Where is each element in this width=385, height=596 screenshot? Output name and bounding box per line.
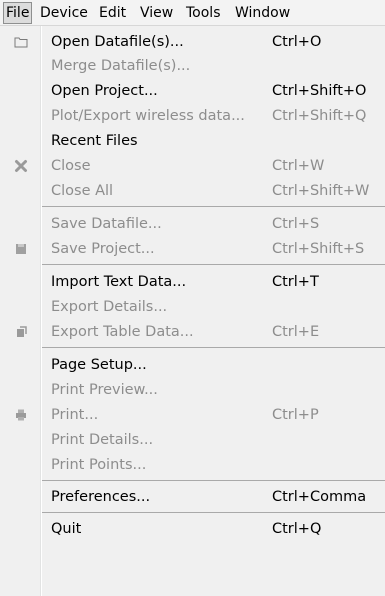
menu-item-label: Page Setup... (51, 357, 147, 373)
menu-item-label: Quit (51, 521, 82, 537)
menu-item-shortcut: Ctrl+E (272, 324, 320, 340)
menu-item-plot-export-wireless[interactable]: Plot/Export wireless data... Ctrl+Shift+… (0, 104, 385, 128)
menu-item-shortcut: Ctrl+S (272, 216, 320, 232)
menu-separator (42, 264, 385, 265)
menu-item-save-datafile[interactable]: Save Datafile... Ctrl+S (0, 212, 385, 236)
menu-item-label: Export Details... (51, 299, 168, 315)
menu-item-label: Save Datafile... (51, 216, 162, 232)
menu-item-label: Save Project... (51, 241, 155, 257)
printer-icon (16, 409, 26, 421)
menu-item-export-details[interactable]: Export Details... (0, 295, 385, 319)
menu-item-print-preview[interactable]: Print Preview... (0, 378, 385, 402)
menu-device[interactable]: Device (40, 3, 88, 23)
menu-item-print-points[interactable]: Print Points... (0, 453, 385, 477)
menu-edit[interactable]: Edit (99, 3, 126, 23)
close-x-icon (15, 160, 27, 172)
menu-item-preferences[interactable]: Preferences... Ctrl+Comma (0, 485, 385, 509)
menu-item-label: Close (51, 158, 91, 174)
menu-item-label: Print Points... (51, 457, 147, 473)
menu-separator (42, 512, 385, 513)
menu-item-shortcut: Ctrl+Shift+O (272, 83, 367, 99)
menu-window[interactable]: Window (235, 3, 290, 23)
menu-item-export-table-data[interactable]: Export Table Data... Ctrl+E (0, 320, 385, 344)
menu-item-shortcut: Ctrl+W (272, 158, 325, 174)
menu-item-close[interactable]: Close Ctrl+W (0, 154, 385, 178)
menu-item-open-datafiles[interactable]: Open Datafile(s)... Ctrl+O (0, 30, 385, 54)
menu-item-label: Print... (51, 407, 99, 423)
menu-item-import-text-data[interactable]: Import Text Data... Ctrl+T (0, 270, 385, 294)
menu-separator (42, 206, 385, 207)
folder-icon (14, 37, 28, 48)
file-menu-dropdown: Open Datafile(s)... Ctrl+O Merge Datafil… (0, 26, 385, 596)
menu-item-shortcut: Ctrl+Shift+S (272, 241, 365, 257)
menu-item-label: Recent Files (51, 133, 138, 149)
menu-item-label: Close All (51, 183, 114, 199)
menu-item-label: Open Datafile(s)... (51, 34, 184, 50)
menu-file[interactable]: File (3, 2, 33, 24)
menu-item-label: Open Project... (51, 83, 158, 99)
menu-bar: File Device Edit View Tools Window (0, 0, 385, 26)
menu-item-save-project[interactable]: Save Project... Ctrl+Shift+S (0, 237, 385, 261)
menu-item-quit[interactable]: Quit Ctrl+Q (0, 517, 385, 541)
menu-item-label: Print Preview... (51, 382, 158, 398)
menu-item-label: Plot/Export wireless data... (51, 108, 245, 124)
floppy-disk-icon (16, 244, 26, 254)
menu-view[interactable]: View (140, 3, 173, 23)
menu-item-print[interactable]: Print... Ctrl+P (0, 403, 385, 427)
menu-item-merge-datafiles[interactable]: Merge Datafile(s)... (0, 54, 385, 78)
menu-item-page-setup[interactable]: Page Setup... (0, 353, 385, 377)
menu-item-label: Merge Datafile(s)... (51, 58, 191, 74)
menu-item-shortcut: Ctrl+Q (272, 521, 322, 537)
menu-item-label: Import Text Data... (51, 274, 187, 290)
menu-tools[interactable]: Tools (186, 3, 221, 23)
export-icon (17, 326, 27, 337)
menu-item-shortcut: Ctrl+O (272, 34, 322, 50)
menu-item-shortcut: Ctrl+P (272, 407, 319, 423)
menu-item-close-all[interactable]: Close All Ctrl+Shift+W (0, 179, 385, 203)
menu-item-shortcut: Ctrl+Shift+Q (272, 108, 367, 124)
menu-item-print-details[interactable]: Print Details... (0, 428, 385, 452)
menu-item-label: Print Details... (51, 432, 154, 448)
menu-item-label: Preferences... (51, 489, 151, 505)
menu-item-open-project[interactable]: Open Project... Ctrl+Shift+O (0, 79, 385, 103)
menu-item-shortcut: Ctrl+Comma (272, 489, 367, 505)
menu-item-shortcut: Ctrl+T (272, 274, 319, 290)
menu-separator (42, 480, 385, 481)
menu-item-shortcut: Ctrl+Shift+W (272, 183, 370, 199)
menu-item-label: Export Table Data... (51, 324, 194, 340)
menu-separator (42, 347, 385, 348)
